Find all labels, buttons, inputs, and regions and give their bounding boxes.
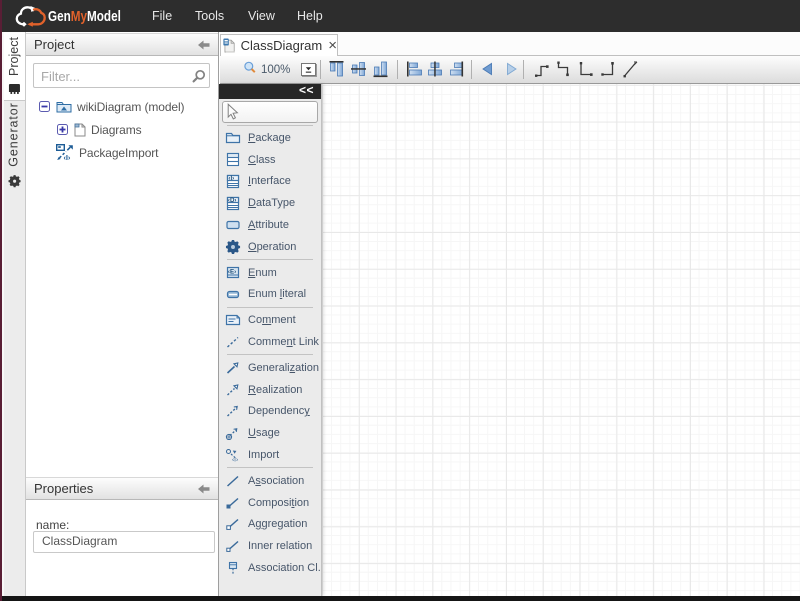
svg-text:‹I›: ‹I› bbox=[228, 175, 234, 182]
svg-text:‹I›: ‹I› bbox=[232, 457, 238, 463]
svg-text:‹E›: ‹E› bbox=[228, 269, 236, 276]
svg-text:‹I›: ‹I› bbox=[64, 153, 71, 161]
svg-text:‹D›: ‹D› bbox=[228, 197, 237, 204]
